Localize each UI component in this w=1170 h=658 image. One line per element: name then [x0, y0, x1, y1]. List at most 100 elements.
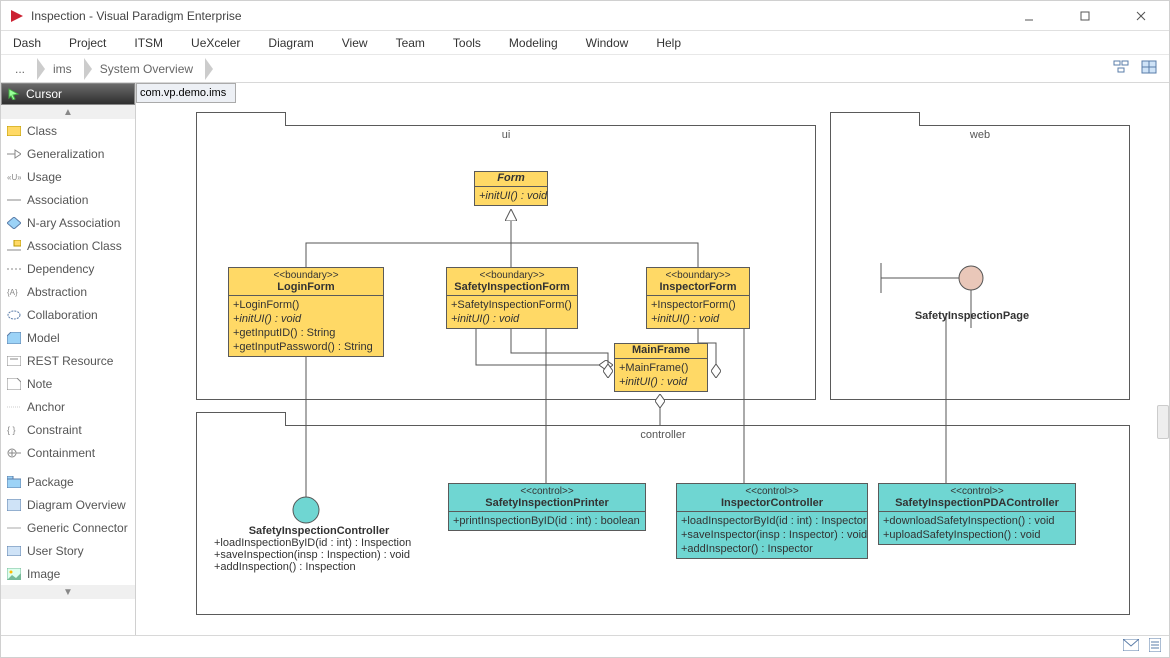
- class-inspectorcontroller[interactable]: <<control>> InspectorController +loadIns…: [676, 483, 868, 559]
- menu-item[interactable]: Help: [656, 36, 681, 50]
- toolbar-diagram-icon[interactable]: [1113, 60, 1129, 77]
- class-loginform[interactable]: <<boundary>> LoginForm +LoginForm() +ini…: [228, 267, 384, 357]
- interface-safetyinspectionpage[interactable]: SafetyInspectionPage: [892, 310, 1052, 322]
- class-safetyinspectionprinter[interactable]: <<control>> SafetyInspectionPrinter +pri…: [448, 483, 646, 531]
- palette-tool[interactable]: Collaboration: [1, 303, 135, 326]
- tool-icon: [7, 377, 21, 391]
- tool-icon: [7, 262, 21, 276]
- palette-tool[interactable]: {A} Abstraction: [1, 280, 135, 303]
- menu-item[interactable]: Dash: [13, 36, 41, 50]
- tool-label: Class: [27, 124, 57, 138]
- menu-item[interactable]: Window: [586, 36, 629, 50]
- package-field[interactable]: [136, 83, 236, 103]
- tool-icon: [7, 400, 21, 414]
- tool-icon: [7, 446, 21, 460]
- menu-item[interactable]: Tools: [453, 36, 481, 50]
- palette-tool[interactable]: Class: [1, 119, 135, 142]
- crumb[interactable]: ims: [43, 58, 86, 80]
- tool-palette: Cursor ▲ Class Generalization «U» Usage Asso…: [1, 83, 136, 635]
- tool-label: REST Resource: [27, 354, 113, 368]
- palette-tool[interactable]: Association Class: [1, 234, 135, 257]
- class-mainframe[interactable]: MainFrame +MainFrame() +initUI() : void: [614, 343, 708, 392]
- tool-label: Note: [27, 377, 52, 391]
- tool-label: Usage: [27, 170, 62, 184]
- palette-tool[interactable]: Generic Connector: [1, 516, 135, 539]
- palette-tool[interactable]: Association: [1, 188, 135, 211]
- palette-tool[interactable]: User Story: [1, 539, 135, 562]
- package-controller-label: controller: [197, 429, 1129, 441]
- palette-tool[interactable]: Package: [1, 470, 135, 493]
- crumb[interactable]: ...: [5, 58, 39, 80]
- menu-item[interactable]: Diagram: [268, 36, 313, 50]
- class-safetyinspectionform[interactable]: <<boundary>> SafetyInspectionForm +Safet…: [446, 267, 578, 329]
- maximize-button[interactable]: [1065, 11, 1105, 21]
- close-button[interactable]: [1121, 11, 1161, 21]
- cursor-tool[interactable]: Cursor: [1, 83, 135, 105]
- menu-item[interactable]: View: [342, 36, 368, 50]
- mail-icon[interactable]: [1123, 639, 1139, 654]
- package-ui-label: ui: [197, 129, 815, 141]
- class-inspectorform[interactable]: <<boundary>> InspectorForm +InspectorFor…: [646, 267, 750, 329]
- class-form[interactable]: Form +initUI() : void: [474, 171, 548, 206]
- tool-icon: [7, 124, 21, 138]
- palette-tool[interactable]: Dependency: [1, 257, 135, 280]
- palette-tool[interactable]: N-ary Association: [1, 211, 135, 234]
- menu-item[interactable]: Modeling: [509, 36, 558, 50]
- diagram-canvas[interactable]: ui web controller: [136, 83, 1169, 635]
- palette-tool[interactable]: «U» Usage: [1, 165, 135, 188]
- tool-label: Association Class: [27, 239, 122, 253]
- tool-label: Abstraction: [27, 285, 87, 299]
- palette-tool[interactable]: Note: [1, 372, 135, 395]
- toolbar-grid-icon[interactable]: [1141, 60, 1157, 77]
- svg-text:«U»: «U»: [7, 173, 21, 182]
- palette-tool[interactable]: Diagram Overview: [1, 493, 135, 516]
- palette-scroll-down[interactable]: ▼: [1, 585, 135, 599]
- tool-label: Package: [27, 475, 74, 489]
- menu-bar: Dash Project ITSM UeXceler Diagram View …: [1, 31, 1169, 55]
- tool-label: N-ary Association: [27, 216, 120, 230]
- package-web-label: web: [831, 129, 1129, 141]
- tool-icon: [7, 475, 21, 489]
- tool-icon: { }: [7, 423, 21, 437]
- tool-icon: [7, 521, 21, 535]
- package-ui[interactable]: ui: [196, 125, 816, 400]
- tool-icon: [7, 239, 21, 253]
- menu-item[interactable]: Project: [69, 36, 106, 50]
- breadcrumb-bar: ... ims System Overview: [1, 55, 1169, 83]
- tool-label: Generalization: [27, 147, 104, 161]
- palette-tool[interactable]: Anchor: [1, 395, 135, 418]
- tool-label: Anchor: [27, 400, 65, 414]
- palette-tool[interactable]: REST Resource: [1, 349, 135, 372]
- breadcrumb: ... ims System Overview: [5, 58, 1113, 80]
- palette-scroll-up[interactable]: ▲: [1, 105, 135, 119]
- palette-tool[interactable]: { }Constraint: [1, 418, 135, 441]
- menu-item[interactable]: ITSM: [134, 36, 163, 50]
- minimize-button[interactable]: [1009, 11, 1049, 21]
- document-icon[interactable]: [1149, 638, 1161, 655]
- class-safetyinspectioncontroller[interactable]: SafetyInspectionController +loadInspecti…: [214, 525, 424, 573]
- package-web[interactable]: web: [830, 125, 1130, 400]
- svg-text:{A}: {A}: [7, 288, 18, 297]
- tool-icon: [7, 193, 21, 207]
- tool-label: Association: [27, 193, 88, 207]
- tool-label: Containment: [27, 446, 95, 460]
- class-safetyinspectionpdacontroller[interactable]: <<control>> SafetyInspectionPDAControlle…: [878, 483, 1076, 545]
- palette-tool[interactable]: Generalization: [1, 142, 135, 165]
- palette-tool[interactable]: Model: [1, 326, 135, 349]
- side-panel-handle[interactable]: [1157, 405, 1169, 439]
- palette-tool[interactable]: Image: [1, 562, 135, 585]
- cursor-icon: [8, 88, 20, 100]
- tool-label: Generic Connector: [27, 521, 128, 535]
- menu-item[interactable]: UeXceler: [191, 36, 240, 50]
- svg-text:{ }: { }: [7, 425, 16, 435]
- tool-label: Collaboration: [27, 308, 98, 322]
- tool-label: Model: [27, 331, 60, 345]
- palette-tool[interactable]: Containment: [1, 441, 135, 464]
- tool-icon: [7, 308, 21, 322]
- menu-item[interactable]: Team: [396, 36, 425, 50]
- tool-icon: [7, 147, 21, 161]
- tool-icon: [7, 216, 21, 230]
- tool-label: Diagram Overview: [27, 498, 126, 512]
- tool-label: User Story: [27, 544, 84, 558]
- crumb[interactable]: System Overview: [90, 58, 207, 80]
